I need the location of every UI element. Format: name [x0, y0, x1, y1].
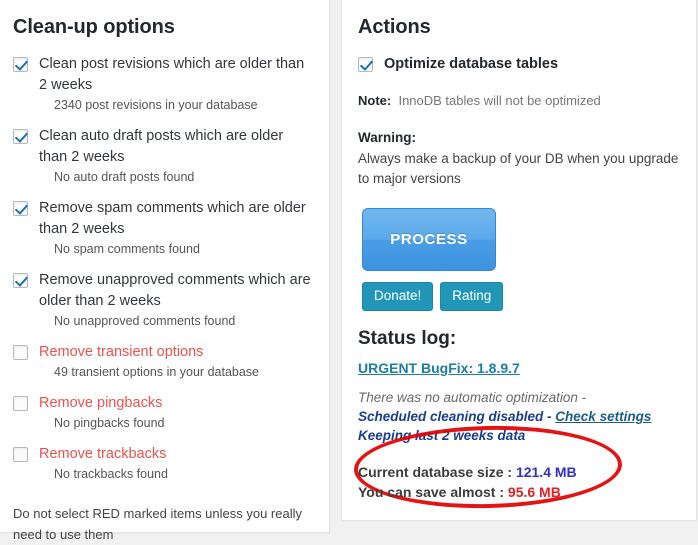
cleanup-option-post-revisions: Clean post revisions which are older tha… — [13, 54, 313, 114]
checkbox-remove-trackbacks[interactable] — [13, 447, 28, 462]
process-button[interactable]: PROCESS — [362, 208, 496, 271]
status-log-title: Status log: — [358, 328, 457, 349]
option-note: 49 transient options in your database — [54, 365, 259, 379]
option-note: No auto draft posts found — [54, 170, 195, 184]
option-label: Remove pingbacks — [39, 395, 163, 411]
option-label: Remove transient options — [39, 344, 204, 360]
urgent-bugfix-link[interactable]: URGENT BugFix: 1.8.9.7 — [358, 360, 520, 376]
status-log-line-2-text: Scheduled cleaning disabled - — [358, 409, 556, 424]
current-database-size-label: Current database size : — [358, 464, 513, 480]
option-row[interactable]: Remove trackbacks — [13, 444, 313, 465]
option-note: No unapproved comments found — [54, 314, 236, 328]
can-save-value: 95.6 MB — [507, 484, 561, 500]
cleanup-options-list: Clean post revisions which are older tha… — [13, 54, 313, 483]
option-note: No spam comments found — [54, 242, 200, 256]
option-label: Clean post revisions which are older tha… — [39, 56, 305, 93]
status-log-line-1: There was no automatic optimization - — [358, 390, 587, 405]
checkbox-remove-unapproved-comments[interactable] — [13, 273, 28, 288]
note-text: InnoDB tables will not be optimized — [398, 93, 601, 108]
cleanup-option-trackbacks: Remove trackbacks No trackbacks found — [13, 444, 313, 483]
option-row[interactable]: Remove spam comments which are older tha… — [13, 198, 313, 240]
actions-panel: Actions Optimize database tables Note: I… — [341, 0, 697, 521]
can-save-row: You can save almost : 95.6 MB — [358, 482, 680, 502]
option-note: No pingbacks found — [54, 416, 165, 430]
cleanup-option-transient-options: Remove transient options 49 transient op… — [13, 342, 313, 381]
cleanup-option-pingbacks: Remove pingbacks No pingbacks found — [13, 393, 313, 432]
cleanup-option-unapproved-comments: Remove unapproved comments which are old… — [13, 270, 313, 330]
can-save-label: You can save almost : — [358, 484, 505, 500]
cleanup-panel-title: Clean-up options — [13, 16, 175, 38]
option-label: Remove unapproved comments which are old… — [39, 272, 311, 309]
cleanup-footnote: Do not select RED marked items unless yo… — [13, 506, 303, 542]
warning-text: Always make a backup of your DB when you… — [358, 151, 679, 186]
option-row[interactable]: Remove pingbacks — [13, 393, 313, 414]
checkbox-remove-pingbacks[interactable] — [13, 396, 28, 411]
option-note: No trackbacks found — [54, 467, 168, 481]
plugin-settings-screen: Clean-up options Clean post revisions wh… — [0, 0, 698, 542]
option-note: 2340 post revisions in your database — [54, 98, 258, 112]
checkbox-clean-post-revisions[interactable] — [13, 57, 28, 72]
checkbox-optimize-database-tables[interactable] — [358, 57, 373, 72]
database-size-summary: Current database size : 121.4 MB You can… — [358, 462, 680, 502]
check-settings-link[interactable]: Check settings — [555, 409, 651, 424]
status-log-line-2: Scheduled cleaning disabled - Check sett… — [358, 407, 680, 426]
option-label: Optimize database tables — [384, 56, 559, 72]
warning-label: Warning: — [358, 130, 416, 145]
option-row[interactable]: Clean auto draft posts which are older t… — [13, 126, 313, 168]
checkbox-clean-auto-draft-posts[interactable] — [13, 129, 28, 144]
option-row[interactable]: Remove transient options — [13, 342, 313, 363]
option-row[interactable]: Clean post revisions which are older tha… — [13, 54, 313, 96]
donate-button[interactable]: Donate! — [362, 282, 434, 311]
actions-panel-title: Actions — [358, 16, 431, 38]
option-row[interactable]: Remove unapproved comments which are old… — [13, 270, 313, 312]
cleanup-option-spam-comments: Remove spam comments which are older tha… — [13, 198, 313, 258]
status-log-lines: There was no automatic optimization - Sc… — [358, 388, 680, 445]
backup-warning: Warning: Always make a backup of your DB… — [358, 128, 680, 189]
current-database-size-value: 121.4 MB — [515, 464, 577, 480]
optimize-note: Note: InnoDB tables will not be optimize… — [358, 91, 680, 110]
current-database-size-row: Current database size : 121.4 MB — [358, 462, 680, 482]
option-label: Remove spam comments which are older tha… — [39, 200, 306, 237]
cleanup-option-auto-drafts: Clean auto draft posts which are older t… — [13, 126, 313, 186]
option-label: Remove trackbacks — [39, 446, 167, 462]
note-label: Note: — [358, 93, 392, 108]
actions-option-optimize[interactable]: Optimize database tables — [358, 54, 680, 75]
cleanup-options-panel: Clean-up options Clean post revisions wh… — [0, 0, 330, 542]
status-log-line-3: Keeping last 2 weeks data — [358, 428, 526, 443]
rating-button[interactable]: Rating — [440, 282, 504, 311]
checkbox-remove-transient-options[interactable] — [13, 345, 28, 360]
option-label: Clean auto draft posts which are older t… — [39, 128, 284, 165]
checkbox-remove-spam-comments[interactable] — [13, 201, 28, 216]
secondary-buttons: Donate! Rating — [362, 282, 680, 311]
